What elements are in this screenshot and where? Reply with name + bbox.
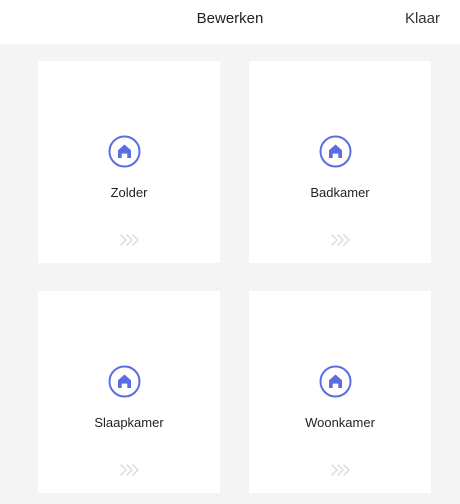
room-card-badkamer[interactable]: Badkamer [249,61,431,263]
home-icon [319,365,352,398]
chevrons-right-icon [331,464,350,476]
room-name: Woonkamer [305,415,375,430]
top-bar: Bewerken Klaar [0,0,460,44]
chevrons-right-icon [331,234,350,246]
done-button[interactable]: Klaar [405,10,440,27]
room-grid: Zolder Badkamer Slaapkamer Woonkamer [0,44,460,504]
home-icon [319,135,352,168]
chevrons-right-icon [120,464,139,476]
home-icon [108,135,141,168]
chevrons-right-icon [120,234,139,246]
home-icon [108,365,141,398]
room-name: Badkamer [310,185,370,200]
room-card-zolder[interactable]: Zolder [38,61,220,263]
room-name: Zolder [110,185,148,200]
room-name: Slaapkamer [94,415,164,430]
page-title: Bewerken [196,10,264,27]
room-card-slaapkamer[interactable]: Slaapkamer [38,291,220,493]
room-card-woonkamer[interactable]: Woonkamer [249,291,431,493]
